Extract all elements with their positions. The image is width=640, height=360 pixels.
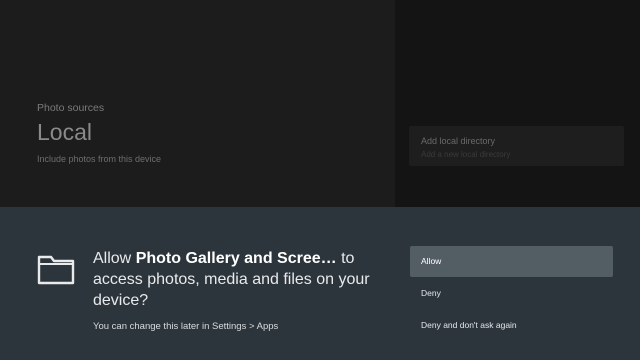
prompt-prefix: Allow <box>93 250 136 267</box>
app-name: Photo Gallery and Scree… <box>135 250 337 267</box>
deny-button[interactable]: Deny <box>410 278 613 309</box>
permission-actions: Allow Deny Deny and don't ask again <box>410 246 613 342</box>
folder-icon <box>37 255 75 285</box>
section-label: Photo sources <box>37 102 105 114</box>
add-local-directory-item[interactable]: Add local directory Add a new local dire… <box>409 126 624 166</box>
directory-item-subtitle: Add a new local directory <box>421 150 511 159</box>
permission-dialog: Allow Photo Gallery and Scree… to access… <box>0 207 640 360</box>
deny-dont-ask-again-button[interactable]: Deny and don't ask again <box>410 310 613 341</box>
settings-hint: You can change this later in Settings > … <box>93 321 279 332</box>
allow-button[interactable]: Allow <box>410 246 613 277</box>
tv-screen: Photo sources Local Include photos from … <box>0 0 640 360</box>
settings-background-left: Photo sources Local Include photos from … <box>0 0 395 207</box>
settings-background-right <box>395 0 640 207</box>
permission-prompt: Allow Photo Gallery and Scree… to access… <box>93 248 393 311</box>
section-title: Local <box>37 119 92 145</box>
directory-item-title: Add local directory <box>421 136 496 146</box>
section-description: Include photos from this device <box>37 154 162 164</box>
